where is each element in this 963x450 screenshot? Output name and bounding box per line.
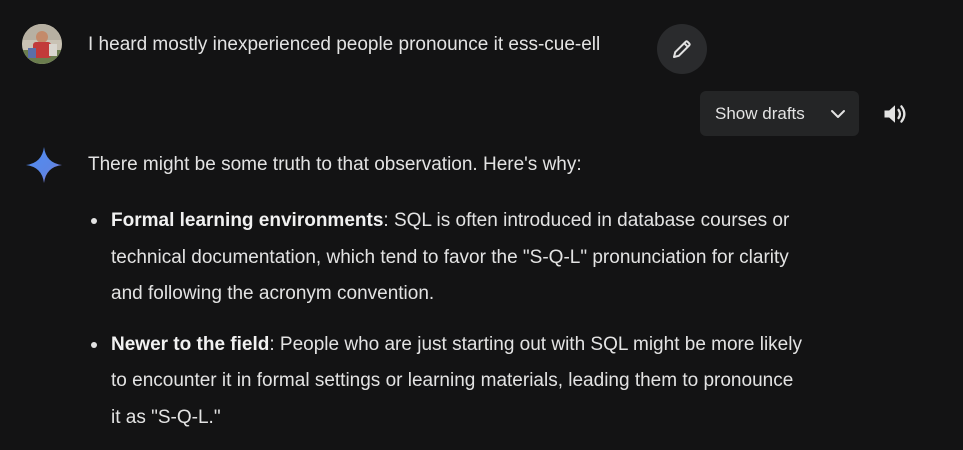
response-intro: There might be some truth to that observ… — [88, 154, 582, 175]
bullet-text: to encounter it in formal settings or le… — [111, 370, 794, 391]
bullet-text: technical documentation, which tend to f… — [111, 246, 789, 268]
user-avatar[interactable] — [22, 24, 62, 64]
bullet-line: Formal learning environments: SQL is oft… — [111, 203, 888, 240]
read-aloud-button[interactable] — [878, 98, 912, 130]
show-drafts-button[interactable]: Show drafts — [700, 91, 859, 136]
show-drafts-label: Show drafts — [715, 103, 805, 123]
bullet-line: Newer to the field: People who are just … — [111, 327, 888, 364]
bullet-text: : People who are just starting out with … — [269, 333, 802, 355]
bullet-text: : SQL is often introduced in database co… — [383, 210, 790, 231]
list-item: Formal learning environments: SQL is oft… — [88, 203, 888, 313]
bullet-text: and following the acronym convention. — [111, 283, 435, 304]
user-message-text: I heard mostly inexperienced people pron… — [88, 34, 601, 55]
chevron-down-icon — [831, 110, 845, 118]
response-bullet-list: Formal learning environments: SQL is oft… — [88, 203, 888, 450]
list-item: Newer to the field: People who are just … — [88, 327, 888, 437]
speaker-icon — [884, 105, 906, 123]
bullet-text: it as "S-Q-L." — [111, 406, 221, 428]
bullet-dot — [91, 218, 97, 224]
gemini-sparkle-icon — [26, 147, 62, 183]
edit-prompt-button[interactable] — [657, 24, 707, 74]
bullet-title: Newer to the field — [111, 333, 270, 355]
bullet-title: Formal learning environments — [111, 210, 384, 231]
pencil-icon — [673, 40, 691, 58]
bullet-dot — [91, 341, 97, 348]
